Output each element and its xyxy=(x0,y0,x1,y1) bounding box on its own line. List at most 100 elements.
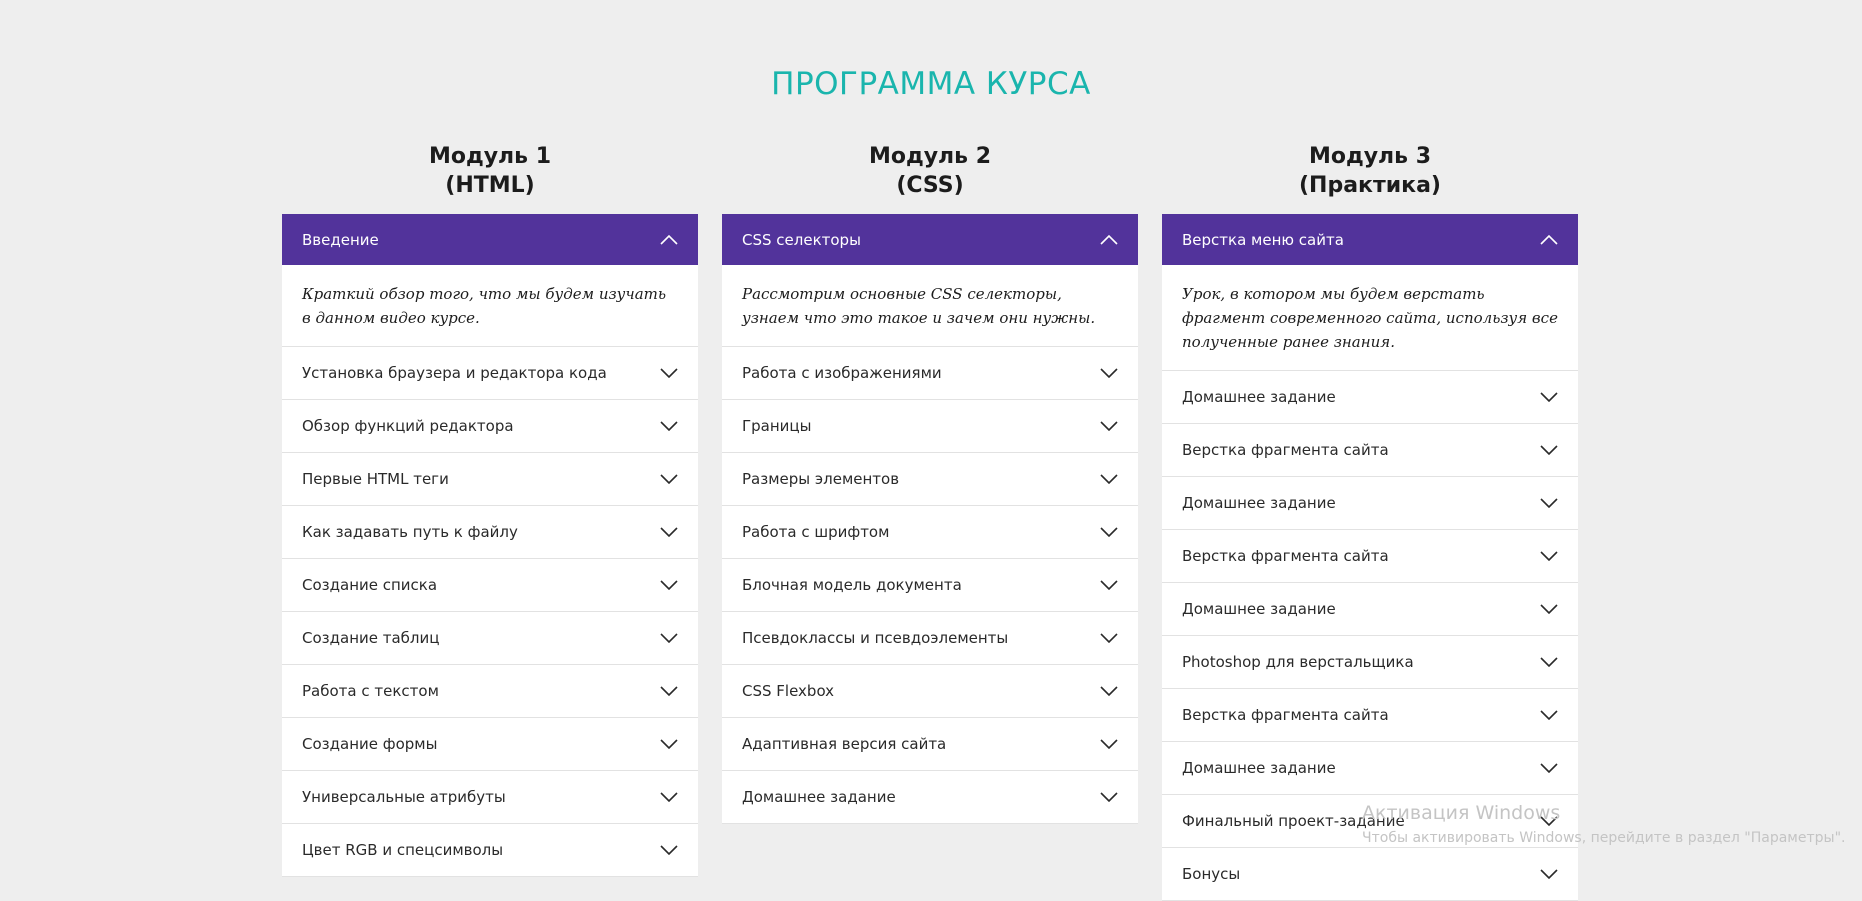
chevron-down-icon[interactable] xyxy=(1540,498,1558,508)
chevron-down-icon[interactable] xyxy=(1100,527,1118,537)
chevron-down-icon[interactable] xyxy=(1540,816,1558,826)
accordion-item-label: Границы xyxy=(742,417,812,435)
chevron-up-icon[interactable] xyxy=(660,234,678,245)
accordion-item-label: Создание формы xyxy=(302,735,438,753)
accordion-item[interactable]: Адаптивная версия сайта xyxy=(722,718,1138,771)
chevron-down-icon[interactable] xyxy=(1540,710,1558,720)
accordion-item-label: Установка браузера и редактора кода xyxy=(302,364,607,382)
accordion-item[interactable]: Создание списка xyxy=(282,559,698,612)
chevron-down-icon[interactable] xyxy=(1540,445,1558,455)
accordion: Введение Краткий обзор того, что мы буде… xyxy=(282,214,698,877)
module-3: Модуль 3 (Практика) Верстка меню сайта У… xyxy=(1162,142,1578,901)
chevron-down-icon[interactable] xyxy=(1100,792,1118,802)
chevron-down-icon[interactable] xyxy=(660,845,678,855)
chevron-down-icon[interactable] xyxy=(660,739,678,749)
module-title-line2: (CSS) xyxy=(896,173,964,198)
accordion-item[interactable]: Создание таблиц xyxy=(282,612,698,665)
module-title: Модуль 3 (Практика) xyxy=(1162,142,1578,200)
chevron-down-icon[interactable] xyxy=(1100,633,1118,643)
accordion-item-label: Обзор функций редактора xyxy=(302,417,514,435)
accordion-item-label: Домашнее задание xyxy=(1182,388,1336,406)
module-title-line2: (Практика) xyxy=(1299,173,1441,198)
accordion-item[interactable]: Домашнее задание xyxy=(1162,371,1578,424)
accordion-item[interactable]: Установка браузера и редактора кода xyxy=(282,347,698,400)
module-title-line1: Модуль 1 xyxy=(428,144,552,169)
accordion-item-label: Финальный проект-задание xyxy=(1182,812,1405,830)
accordion-item[interactable]: Обзор функций редактора xyxy=(282,400,698,453)
chevron-down-icon[interactable] xyxy=(1100,686,1118,696)
accordion-item-label: Домашнее задание xyxy=(1182,494,1336,512)
accordion-item-label: Создание таблиц xyxy=(302,629,440,647)
accordion-item[interactable]: Универсальные атрибуты xyxy=(282,771,698,824)
accordion-item[interactable]: Верстка фрагмента сайта xyxy=(1162,689,1578,742)
accordion-item[interactable]: Первые HTML теги xyxy=(282,453,698,506)
chevron-down-icon[interactable] xyxy=(660,792,678,802)
chevron-down-icon[interactable] xyxy=(1540,604,1558,614)
accordion-item[interactable]: CSS Flexbox xyxy=(722,665,1138,718)
accordion-header-open[interactable]: Верстка меню сайта xyxy=(1162,214,1578,265)
accordion-item[interactable]: Photoshop для верстальщика xyxy=(1162,636,1578,689)
accordion-item[interactable]: Финальный проект-задание xyxy=(1162,795,1578,848)
accordion-item[interactable]: Домашнее задание xyxy=(1162,583,1578,636)
accordion-item-label: Работа с текстом xyxy=(302,682,439,700)
accordion-header-open[interactable]: Введение xyxy=(282,214,698,265)
accordion-item[interactable]: Бонусы xyxy=(1162,848,1578,901)
accordion-item[interactable]: Верстка фрагмента сайта xyxy=(1162,424,1578,477)
accordion-item-label: CSS Flexbox xyxy=(742,682,835,700)
accordion-header-label: CSS селекторы xyxy=(742,230,861,249)
accordion-description: Краткий обзор того, что мы будем изучать… xyxy=(282,265,698,347)
accordion-item-label: Верстка фрагмента сайта xyxy=(1182,547,1389,565)
accordion-items: Установка браузера и редактора кода Обзор… xyxy=(282,347,698,877)
accordion-item-label: Бонусы xyxy=(1182,865,1241,883)
chevron-down-icon[interactable] xyxy=(660,580,678,590)
accordion-header-label: Верстка меню сайта xyxy=(1182,230,1344,249)
chevron-down-icon[interactable] xyxy=(1540,551,1558,561)
chevron-down-icon[interactable] xyxy=(1100,580,1118,590)
accordion-description: Рассмотрим основные CSS селекторы, узнае… xyxy=(722,265,1138,347)
accordion-item[interactable]: Домашнее задание xyxy=(1162,742,1578,795)
accordion-item[interactable]: Блочная модель документа xyxy=(722,559,1138,612)
accordion-item[interactable]: Работа с шрифтом xyxy=(722,506,1138,559)
accordion-item-label: Домашнее задание xyxy=(1182,759,1336,777)
accordion-item-label: Псевдоклассы и псевдоэлементы xyxy=(742,629,1009,647)
chevron-down-icon[interactable] xyxy=(660,421,678,431)
accordion-item[interactable]: Размеры элементов xyxy=(722,453,1138,506)
chevron-down-icon[interactable] xyxy=(1540,657,1558,667)
accordion-item-label: Домашнее задание xyxy=(742,788,896,806)
accordion-item[interactable]: Псевдоклассы и псевдоэлементы xyxy=(722,612,1138,665)
chevron-up-icon[interactable] xyxy=(1540,234,1558,245)
accordion-item[interactable]: Верстка фрагмента сайта xyxy=(1162,530,1578,583)
accordion-item-label: Домашнее задание xyxy=(1182,600,1336,618)
chevron-down-icon[interactable] xyxy=(1100,368,1118,378)
accordion-item[interactable]: Как задавать путь к файлу xyxy=(282,506,698,559)
module-title-line1: Модуль 2 xyxy=(868,144,992,169)
accordion-item[interactable]: Границы xyxy=(722,400,1138,453)
accordion-item[interactable]: Домашнее задание xyxy=(722,771,1138,824)
accordion-item-label: Работа с изображениями xyxy=(742,364,942,382)
accordion-item-label: Photoshop для верстальщика xyxy=(1182,653,1414,671)
accordion-item[interactable]: Создание формы xyxy=(282,718,698,771)
chevron-down-icon[interactable] xyxy=(660,368,678,378)
chevron-down-icon[interactable] xyxy=(660,527,678,537)
module-2: Модуль 2 (CSS) CSS селекторы Рассмотрим … xyxy=(722,142,1138,824)
accordion-item[interactable]: Цвет RGB и спецсимволы xyxy=(282,824,698,877)
module-1: Модуль 1 (HTML) Введение Краткий обзор т… xyxy=(282,142,698,877)
chevron-down-icon[interactable] xyxy=(1100,474,1118,484)
accordion-item[interactable]: Работа с текстом xyxy=(282,665,698,718)
chevron-down-icon[interactable] xyxy=(1540,869,1558,879)
chevron-down-icon[interactable] xyxy=(660,633,678,643)
chevron-down-icon[interactable] xyxy=(1540,763,1558,773)
accordion-header-open[interactable]: CSS селекторы xyxy=(722,214,1138,265)
accordion-item-label: Как задавать путь к файлу xyxy=(302,523,518,541)
chevron-down-icon[interactable] xyxy=(1100,739,1118,749)
chevron-down-icon[interactable] xyxy=(660,474,678,484)
module-title-line2: (HTML) xyxy=(445,173,535,198)
chevron-up-icon[interactable] xyxy=(1100,234,1118,245)
chevron-down-icon[interactable] xyxy=(1100,421,1118,431)
accordion-item[interactable]: Домашнее задание xyxy=(1162,477,1578,530)
chevron-down-icon[interactable] xyxy=(1540,392,1558,402)
accordion-item-label: Универсальные атрибуты xyxy=(302,788,506,806)
accordion-item[interactable]: Работа с изображениями xyxy=(722,347,1138,400)
accordion-item-label: Блочная модель документа xyxy=(742,576,962,594)
chevron-down-icon[interactable] xyxy=(660,686,678,696)
